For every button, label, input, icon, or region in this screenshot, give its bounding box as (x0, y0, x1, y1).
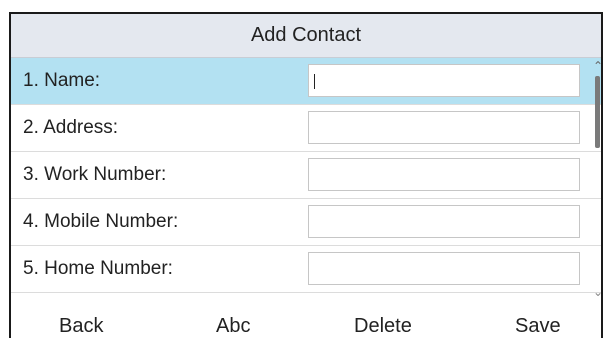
field-row-home-number[interactable]: 5. Home Number: (11, 246, 601, 293)
screen-title: Add Contact (11, 14, 601, 58)
work-number-input[interactable] (308, 158, 580, 191)
contact-form: 1. Name: 2. Address: 3. Work Number: 4. … (11, 58, 601, 293)
phone-screen: Add Contact 1. Name: 2. Address: 3. Work… (9, 12, 603, 338)
field-row-address[interactable]: 2. Address: (11, 105, 601, 152)
save-softkey[interactable]: Save (515, 315, 561, 338)
chevron-down-icon[interactable]: ⌄ (593, 286, 601, 298)
home-number-input[interactable] (308, 252, 580, 285)
address-input[interactable] (308, 111, 580, 144)
abc-softkey[interactable]: Abc (216, 315, 250, 338)
field-label-home-number: 5. Home Number: (23, 258, 173, 279)
back-softkey[interactable]: Back (59, 315, 103, 338)
delete-softkey[interactable]: Delete (354, 315, 412, 338)
field-label-work-number: 3. Work Number: (23, 164, 167, 185)
field-label-mobile-number: 4. Mobile Number: (23, 211, 179, 232)
field-row-mobile-number[interactable]: 4. Mobile Number: (11, 199, 601, 246)
name-input[interactable] (308, 64, 580, 97)
scroll-thumb[interactable] (595, 76, 600, 148)
screen-title-text: Add Contact (250, 24, 362, 46)
field-row-work-number[interactable]: 3. Work Number: (11, 152, 601, 199)
scrollbar[interactable]: ⌃ ⌄ (593, 58, 601, 298)
field-label-name: 1. Name: (23, 70, 101, 91)
field-row-name[interactable]: 1. Name: (11, 58, 601, 105)
field-label-address: 2. Address: (23, 117, 119, 138)
mobile-number-input[interactable] (308, 205, 580, 238)
text-cursor (314, 74, 315, 89)
softkey-bar: Back Abc Delete Save (11, 305, 601, 338)
chevron-up-icon[interactable]: ⌃ (593, 60, 601, 72)
